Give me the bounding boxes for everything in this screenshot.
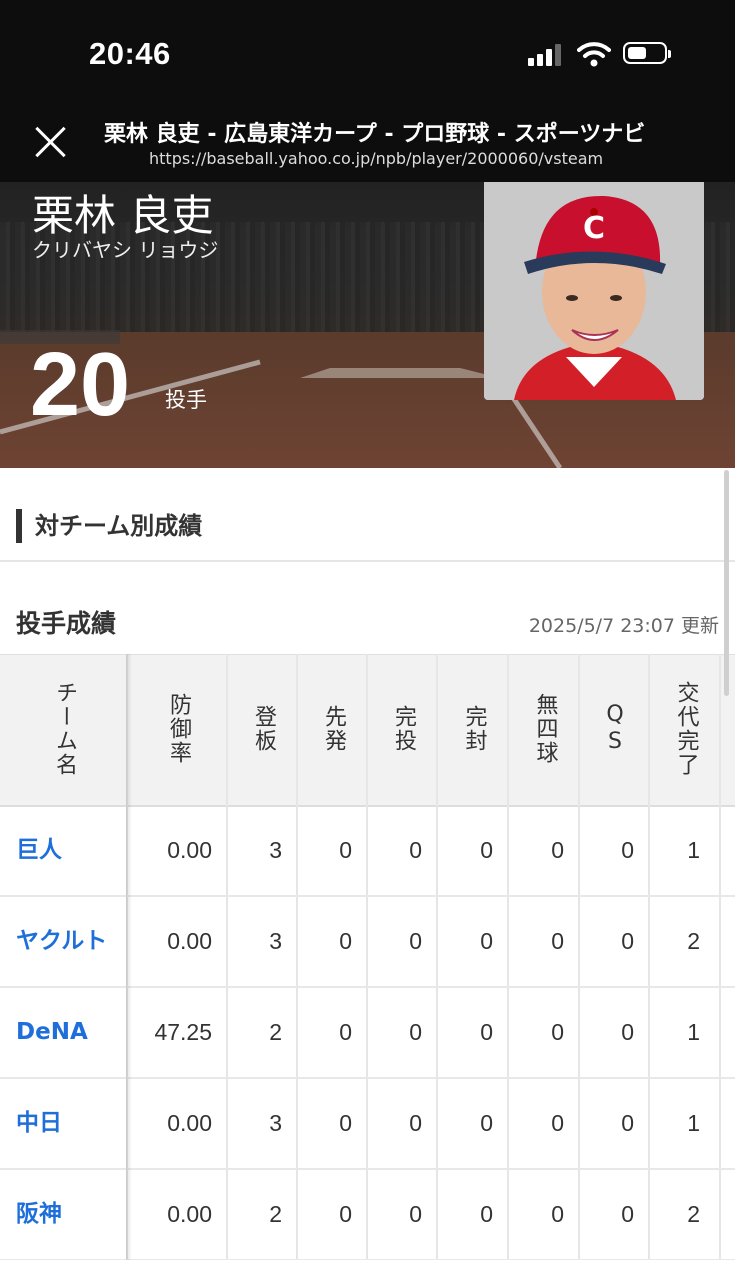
cell-games-finished: 1 bbox=[687, 1110, 700, 1136]
status-and-browser-bar: 20:46 栗林 良吏 - 広島東洋カープ - プロ野球 - スポーツナビ ht… bbox=[0, 0, 735, 182]
close-icon[interactable] bbox=[30, 122, 70, 162]
cell-shutouts: 0 bbox=[480, 837, 493, 863]
header-no-walk-games: 無四球 bbox=[532, 693, 558, 765]
cell-qs: 0 bbox=[621, 1019, 634, 1045]
cell-games: 2 bbox=[269, 1019, 282, 1045]
scrollbar[interactable] bbox=[724, 470, 729, 696]
cell-shutouts: 0 bbox=[480, 1019, 493, 1045]
svg-text:C: C bbox=[583, 211, 605, 246]
cell-starts: 0 bbox=[339, 928, 352, 954]
player-kana: クリバヤシ リョウジ bbox=[32, 238, 219, 262]
table-row: 中日 0.00 3 0 0 0 0 0 1 bbox=[0, 1079, 735, 1170]
cell-shutouts: 0 bbox=[480, 928, 493, 954]
cell-complete-games: 0 bbox=[409, 1019, 422, 1045]
cell-era: 0.00 bbox=[167, 1201, 212, 1227]
team-link[interactable]: 中日 bbox=[16, 1079, 62, 1168]
cell-games: 3 bbox=[269, 1110, 282, 1136]
cell-era: 0.00 bbox=[167, 1110, 212, 1136]
cell-complete-games: 0 bbox=[409, 837, 422, 863]
table-row: DeNA 47.25 2 0 0 0 0 0 1 bbox=[0, 988, 735, 1079]
header-complete-games: 完投 bbox=[391, 705, 416, 753]
header-era: 防御率 bbox=[166, 693, 191, 765]
cell-games: 3 bbox=[269, 837, 282, 863]
cell-starts: 0 bbox=[339, 1201, 352, 1227]
cell-qs: 0 bbox=[621, 928, 634, 954]
cell-complete-games: 0 bbox=[409, 1201, 422, 1227]
team-link[interactable]: 巨人 bbox=[16, 806, 62, 895]
cell-qs: 0 bbox=[621, 1201, 634, 1227]
player-position: 投手 bbox=[165, 388, 207, 412]
cell-games-finished: 2 bbox=[687, 928, 700, 954]
wifi-icon bbox=[577, 42, 611, 67]
cell-no-walk: 0 bbox=[551, 837, 564, 863]
header-games: 登板 bbox=[251, 705, 276, 753]
cellular-signal-icon bbox=[528, 44, 564, 66]
cell-shutouts: 0 bbox=[480, 1201, 493, 1227]
cell-no-walk: 0 bbox=[551, 928, 564, 954]
table-row: 巨人 0.00 3 0 0 0 0 0 1 bbox=[0, 806, 735, 897]
cell-era: 0.00 bbox=[167, 928, 212, 954]
header-shutouts: 完封 bbox=[461, 705, 487, 753]
cell-shutouts: 0 bbox=[480, 1110, 493, 1136]
header-games-finished: 交代完了 bbox=[673, 681, 699, 777]
cell-starts: 0 bbox=[339, 837, 352, 863]
header-team: チーム名 bbox=[52, 681, 77, 777]
battery-icon bbox=[623, 42, 671, 64]
player-photo: C bbox=[484, 182, 704, 400]
cell-games-finished: 1 bbox=[687, 837, 700, 863]
cell-era: 47.25 bbox=[154, 1019, 212, 1045]
table-row: 阪神 0.00 2 0 0 0 0 0 2 bbox=[0, 1170, 735, 1260]
cell-games-finished: 1 bbox=[687, 1019, 700, 1045]
cell-complete-games: 0 bbox=[409, 928, 422, 954]
cell-no-walk: 0 bbox=[551, 1019, 564, 1045]
page-title: 栗林 良吏 - 広島東洋カープ - プロ野球 - スポーツナビ bbox=[104, 122, 646, 147]
team-link[interactable]: ヤクルト bbox=[16, 897, 107, 986]
header-qs: QS bbox=[602, 702, 628, 756]
stats-table[interactable]: チーム名 防御率 登板 先発 完投 完封 無四球 QS 交代完了 巨人 0.00… bbox=[0, 654, 735, 1260]
section-title: 対チーム別成績 bbox=[16, 509, 202, 543]
sticky-column-shadow bbox=[126, 654, 132, 1260]
cell-era: 0.00 bbox=[167, 837, 212, 863]
cell-qs: 0 bbox=[621, 1110, 634, 1136]
subsection-title: 投手成績 bbox=[16, 609, 117, 638]
cell-qs: 0 bbox=[621, 837, 634, 863]
cell-games: 3 bbox=[269, 928, 282, 954]
header-starts: 先発 bbox=[321, 705, 346, 753]
cell-games-finished: 2 bbox=[687, 1201, 700, 1227]
cell-no-walk: 0 bbox=[551, 1110, 564, 1136]
cell-no-walk: 0 bbox=[551, 1201, 564, 1227]
team-link[interactable]: 阪神 bbox=[16, 1170, 62, 1259]
cell-games: 2 bbox=[269, 1201, 282, 1227]
team-link[interactable]: DeNA bbox=[16, 988, 88, 1077]
table-row: ヤクルト 0.00 3 0 0 0 0 0 2 bbox=[0, 897, 735, 988]
page-url[interactable]: https://baseball.yahoo.co.jp/npb/player/… bbox=[149, 149, 603, 168]
player-hero: 栗林 良吏 クリバヤシ リョウジ 20 投手 C bbox=[0, 182, 735, 468]
updated-timestamp: 2025/5/7 23:07 更新 bbox=[528, 615, 719, 637]
status-time: 20:46 bbox=[89, 36, 171, 71]
cell-starts: 0 bbox=[339, 1110, 352, 1136]
cell-starts: 0 bbox=[339, 1019, 352, 1045]
uniform-number: 20 bbox=[30, 335, 131, 435]
cell-complete-games: 0 bbox=[409, 1110, 422, 1136]
